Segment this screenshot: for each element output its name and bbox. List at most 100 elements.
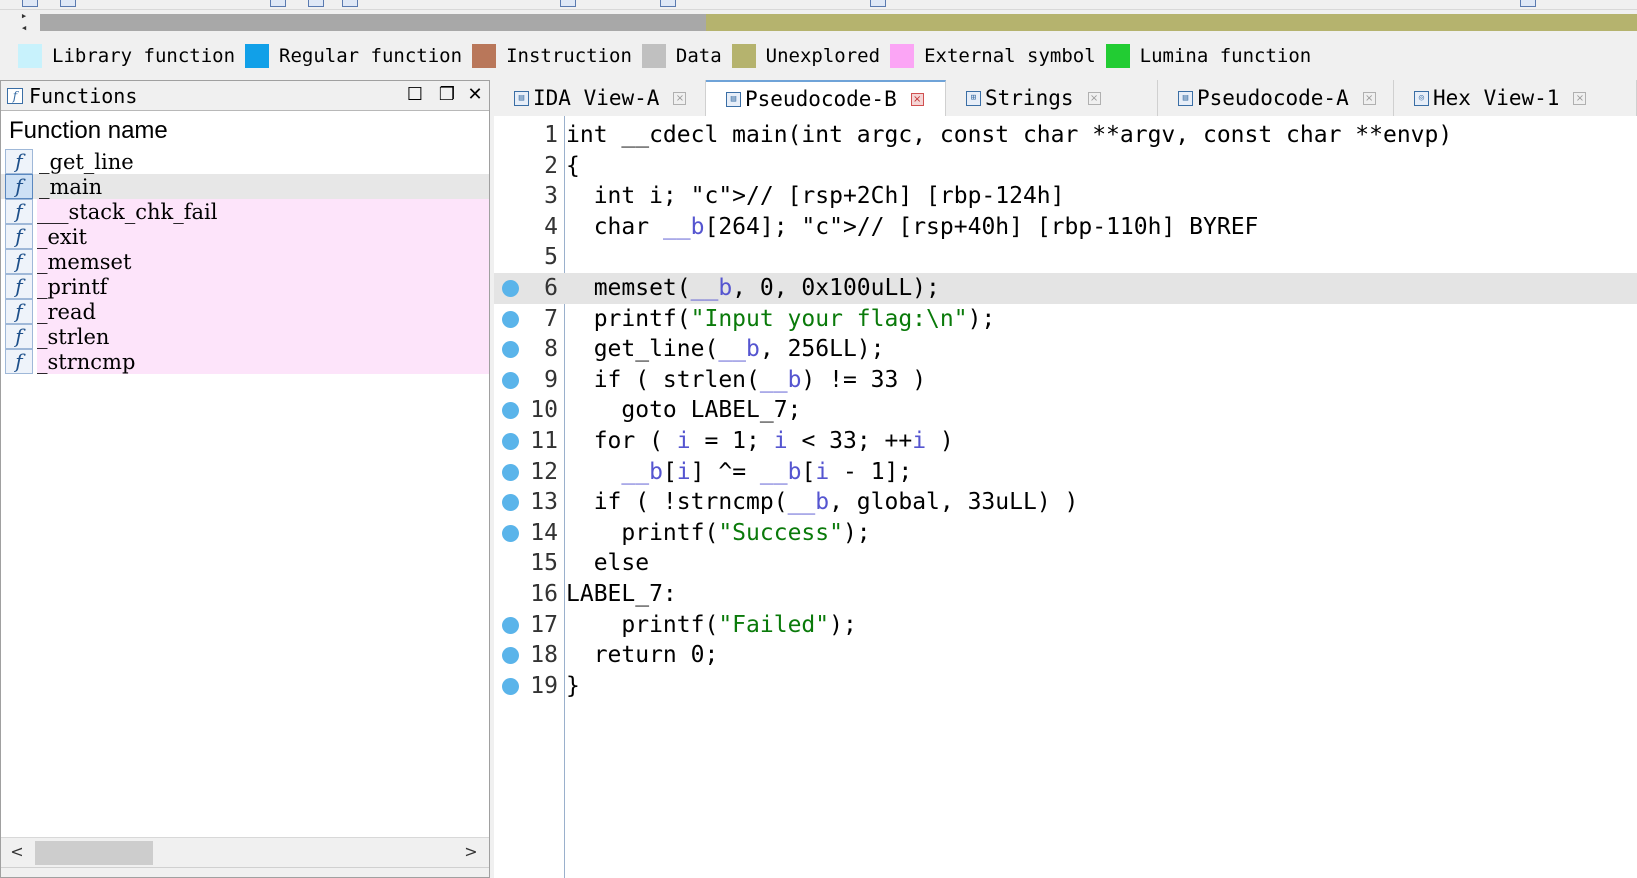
maximize-icon[interactable]: ☐ <box>403 84 427 108</box>
function-list-item[interactable]: f _get_line <box>1 149 489 174</box>
breakpoint-dot-icon[interactable] <box>502 494 519 512</box>
code-text[interactable]: if ( !strncmp(__b, global, 33uLL) ) <box>566 487 1079 518</box>
code-text[interactable]: int __cdecl main(int argc, const char **… <box>566 120 1452 151</box>
code-line[interactable]: 9 if ( strlen(__b) != 33 ) <box>494 365 1637 396</box>
navigation-band[interactable] <box>40 14 1637 31</box>
function-icon: f <box>5 149 33 174</box>
code-line[interactable]: 11 for ( i = 1; i < 33; ++i ) <box>494 426 1637 457</box>
code-text[interactable]: int i; "c">// [rsp+2Ch] [rbp-124h] <box>566 181 1065 212</box>
scroll-left-icon[interactable]: < <box>7 842 27 861</box>
function-icon: f <box>5 274 33 299</box>
toolbar-icon[interactable] <box>1520 0 1536 7</box>
breakpoint-dot-icon[interactable] <box>502 524 519 542</box>
code-line[interactable]: 19} <box>494 671 1637 702</box>
breakpoint-dot-icon[interactable] <box>502 310 519 328</box>
save-icon[interactable] <box>60 0 76 7</box>
code-text[interactable]: char __b[264]; "c">// [rsp+40h] [rbp-110… <box>566 212 1259 243</box>
breakpoint-dot-icon[interactable] <box>502 402 519 420</box>
restore-icon[interactable]: ❐ <box>435 84 459 108</box>
tab-close-icon[interactable]: × <box>910 92 924 106</box>
code-text[interactable]: goto LABEL_7; <box>566 395 801 426</box>
breakpoint-dot-icon[interactable] <box>502 616 519 634</box>
code-line[interactable]: 1 int __cdecl main(int argc, const char *… <box>494 120 1637 151</box>
toolbar-icon[interactable] <box>870 0 886 7</box>
toolbar-icon[interactable] <box>560 0 576 7</box>
code-line[interactable]: 6 memset(__b, 0, 0x100uLL); <box>494 273 1637 304</box>
code-line[interactable]: 18 return 0; <box>494 640 1637 671</box>
functions-list: f _get_line f _main f ___stack_chk_fail f _exit… <box>1 149 489 374</box>
function-list-item[interactable]: f _strncmp <box>5 349 489 374</box>
code-line[interactable]: 7 printf("Input your flag:\n"); <box>494 304 1637 335</box>
code-text[interactable]: __b[i] ^= __b[i - 1]; <box>566 457 912 488</box>
function-name: _read <box>37 299 96 324</box>
breakpoint-dot-icon[interactable] <box>502 433 519 450</box>
function-list-item[interactable]: f _printf <box>5 274 489 299</box>
tab-close-icon[interactable]: × <box>673 91 687 105</box>
horizontal-scrollbar[interactable]: < > <box>1 837 489 867</box>
code-line[interactable]: 2{ <box>494 151 1637 182</box>
code-text[interactable]: { <box>566 151 580 182</box>
code-line[interactable]: 13 if ( !strncmp(__b, global, 33uLL) ) <box>494 487 1637 518</box>
function-list-item[interactable]: f _main <box>1 174 489 199</box>
code-line[interactable]: 12 __b[i] ^= __b[i - 1]; <box>494 457 1637 488</box>
breakpoint-dot-icon[interactable] <box>502 463 519 481</box>
code-line[interactable]: 10 goto LABEL_7; <box>494 395 1637 426</box>
function-list-item[interactable]: f _read <box>5 299 489 324</box>
code-text[interactable]: get_line(__b, 256LL); <box>566 334 885 365</box>
code-line[interactable]: 5 <box>494 242 1637 273</box>
pseudocode-view[interactable]: 1 int __cdecl main(int argc, const char *… <box>494 116 1637 878</box>
breakpoint-dot-icon[interactable] <box>502 677 519 695</box>
functions-panel: f Functions ☐ ❐ ✕ Function name f _get_li… <box>0 80 490 878</box>
breakpoint-dot-icon[interactable] <box>502 280 519 297</box>
breakpoint-dot-icon[interactable] <box>502 371 519 389</box>
tab-label: Strings <box>985 86 1074 110</box>
tab-ida-view-a[interactable]: ▤ IDA View-A × <box>494 80 706 116</box>
code-line[interactable]: 16 LABEL_7: <box>494 579 1637 610</box>
code-text[interactable]: memset(__b, 0, 0x100uLL); <box>566 273 940 304</box>
code-line[interactable]: 4 char __b[264]; "c">// [rsp+40h] [rbp-1… <box>494 212 1637 243</box>
toolbar-icon[interactable] <box>660 0 676 7</box>
function-list-item[interactable]: f _strlen <box>5 324 489 349</box>
code-text[interactable]: printf("Input your flag:\n"); <box>566 304 996 335</box>
scroll-right-icon[interactable]: > <box>461 842 481 861</box>
toolbar-icon[interactable] <box>308 0 324 7</box>
scrollbar-thumb[interactable] <box>35 841 153 865</box>
function-list-item[interactable]: f ___stack_chk_fail <box>5 199 489 224</box>
toolbar-icon[interactable] <box>342 0 358 7</box>
code-text[interactable]: printf("Success"); <box>566 518 870 549</box>
code-line[interactable]: 17 printf("Failed"); <box>494 610 1637 641</box>
tab-close-icon[interactable]: × <box>1573 91 1587 105</box>
code-line[interactable]: 3 int i; "c">// [rsp+2Ch] [rbp-124h] <box>494 181 1637 212</box>
nav-scroll-arrows-icon[interactable]: ▸ ◂ <box>14 10 34 34</box>
code-line[interactable]: 14 printf("Success"); <box>494 518 1637 549</box>
function-name-column-header[interactable]: Function name <box>1 111 489 149</box>
tab-strings[interactable]: ⊞ Strings × <box>946 80 1158 116</box>
code-text[interactable]: LABEL_7: <box>566 579 677 610</box>
code-text[interactable]: for ( i = 1; i < 33; ++i ) <box>566 426 954 457</box>
tab-label: IDA View-A <box>533 86 660 110</box>
tab-close-icon[interactable]: × <box>1362 91 1376 105</box>
tab-pseudocode-b[interactable]: ▤ Pseudocode-B × <box>706 80 946 116</box>
legend-label: Data <box>675 45 722 67</box>
tab-hex-view-1[interactable]: ◎ Hex View-1 × <box>1394 80 1637 116</box>
code-text[interactable]: } <box>566 671 580 702</box>
function-list-item[interactable]: f _memset <box>5 249 489 274</box>
tab-view-icon: ▤ <box>726 91 741 107</box>
code-text[interactable]: if ( strlen(__b) != 33 ) <box>566 365 926 396</box>
code-text[interactable]: else <box>566 548 649 579</box>
breakpoint-dot-icon[interactable] <box>502 341 519 359</box>
function-list-item[interactable]: f _exit <box>5 224 489 249</box>
close-icon[interactable]: ✕ <box>463 84 487 108</box>
code-line[interactable]: 15 else <box>494 548 1637 579</box>
breakpoint-dot-icon[interactable] <box>502 647 519 665</box>
legend-swatch <box>641 44 666 68</box>
open-icon[interactable] <box>22 0 38 7</box>
tab-pseudocode-a[interactable]: ▤ Pseudocode-A × <box>1158 80 1394 116</box>
code-text[interactable]: return 0; <box>566 640 719 671</box>
code-line[interactable]: 8 get_line(__b, 256LL); <box>494 334 1637 365</box>
toolbar-icon[interactable] <box>270 0 286 7</box>
functions-panel-title: Functions <box>29 83 138 108</box>
code-text[interactable]: printf("Failed"); <box>566 610 856 641</box>
function-icon: f <box>5 199 33 224</box>
tab-close-icon[interactable]: × <box>1087 91 1101 105</box>
